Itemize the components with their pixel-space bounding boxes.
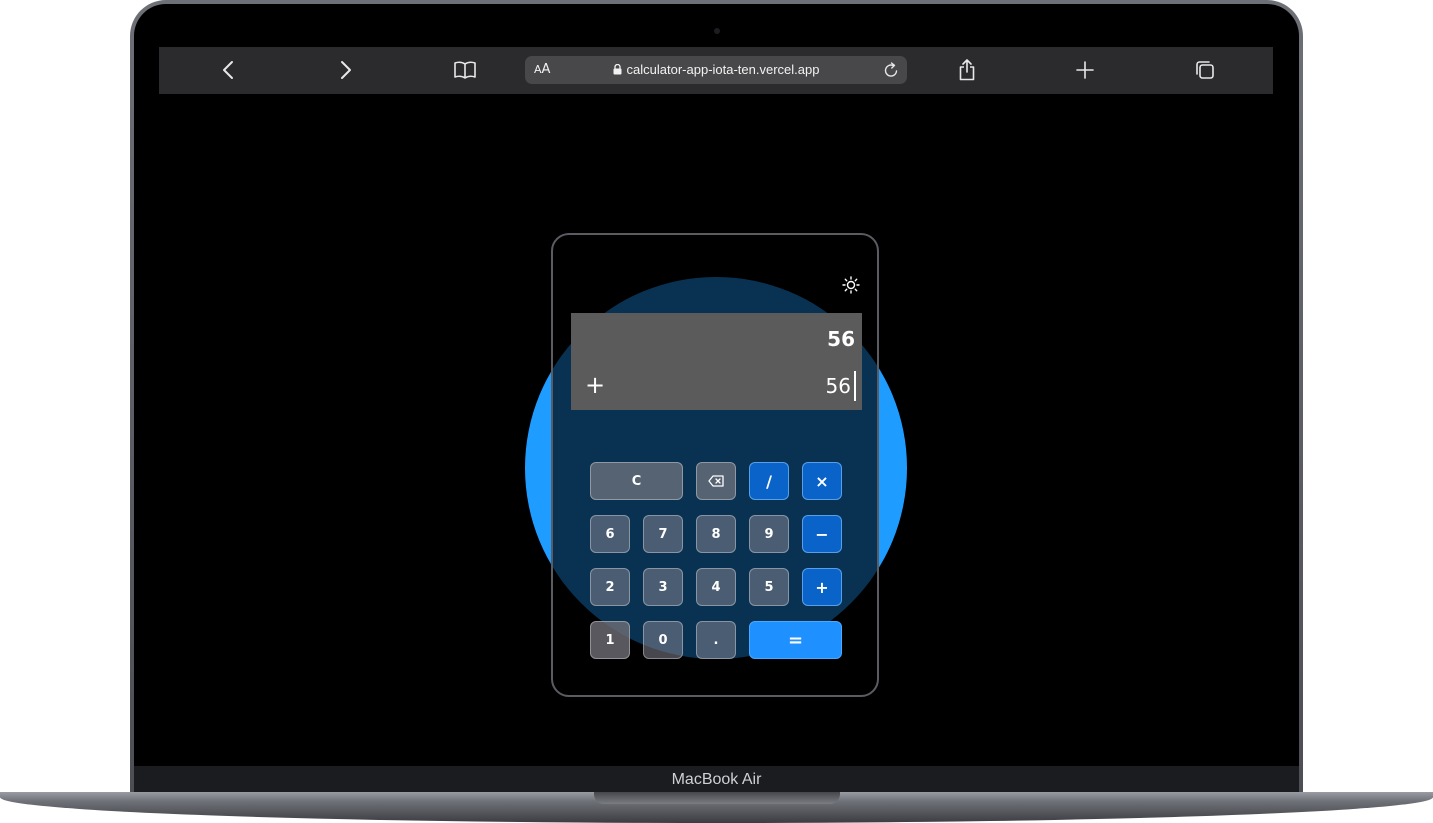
digit-button[interactable]: 2 — [590, 568, 630, 606]
chevron-right-icon[interactable] — [328, 56, 364, 84]
tabs-icon[interactable] — [1187, 56, 1223, 84]
add-button[interactable]: + — [802, 568, 842, 606]
backspace-icon — [708, 475, 724, 487]
digit-button[interactable]: 7 — [643, 515, 683, 553]
plus-icon[interactable] — [1067, 56, 1103, 84]
reload-icon[interactable] — [881, 60, 901, 80]
digit-button[interactable]: 3 — [643, 568, 683, 606]
laptop-hinge-notch — [594, 792, 840, 804]
divide-button[interactable]: / — [749, 462, 789, 500]
url-text[interactable]: calculator-app-iota-ten.vercel.app — [525, 56, 907, 84]
digit-button[interactable]: 8 — [696, 515, 736, 553]
current-operand-input[interactable]: 56 — [826, 371, 856, 401]
digit-button[interactable]: 0 — [643, 621, 683, 659]
laptop-chin: MacBook Air — [134, 766, 1299, 794]
camera-icon — [714, 28, 720, 34]
web-page: 56 + 56 C / × 6 7 8 9 − 2 3 4 5 + 1 0 . … — [159, 94, 1273, 743]
chevron-left-icon[interactable] — [210, 56, 246, 84]
address-bar[interactable]: AA calculator-app-iota-ten.vercel.app — [525, 56, 907, 84]
previous-operand: 56 — [827, 327, 855, 351]
current-operator: + — [585, 371, 606, 399]
sun-icon[interactable] — [839, 273, 863, 297]
equals-button[interactable]: = — [749, 621, 842, 659]
digit-button[interactable]: 5 — [749, 568, 789, 606]
digit-button[interactable]: 4 — [696, 568, 736, 606]
multiply-button[interactable]: × — [802, 462, 842, 500]
lock-icon — [613, 64, 622, 75]
backspace-button[interactable] — [696, 462, 736, 500]
book-icon[interactable] — [447, 56, 483, 84]
clear-button[interactable]: C — [590, 462, 683, 500]
device-label: MacBook Air — [671, 771, 762, 788]
browser-toolbar: AA calculator-app-iota-ten.vercel.app — [159, 47, 1273, 94]
digit-button[interactable]: 1 — [590, 621, 630, 659]
decimal-button[interactable]: . — [696, 621, 736, 659]
share-icon[interactable] — [949, 56, 985, 84]
calculator-display: 56 + 56 — [571, 313, 862, 410]
digit-button[interactable]: 6 — [590, 515, 630, 553]
calculator: 56 + 56 C / × 6 7 8 9 − 2 3 4 5 + 1 0 . … — [551, 233, 879, 697]
subtract-button[interactable]: − — [802, 515, 842, 553]
screen: AA calculator-app-iota-ten.vercel.app 56… — [159, 47, 1273, 743]
digit-button[interactable]: 9 — [749, 515, 789, 553]
